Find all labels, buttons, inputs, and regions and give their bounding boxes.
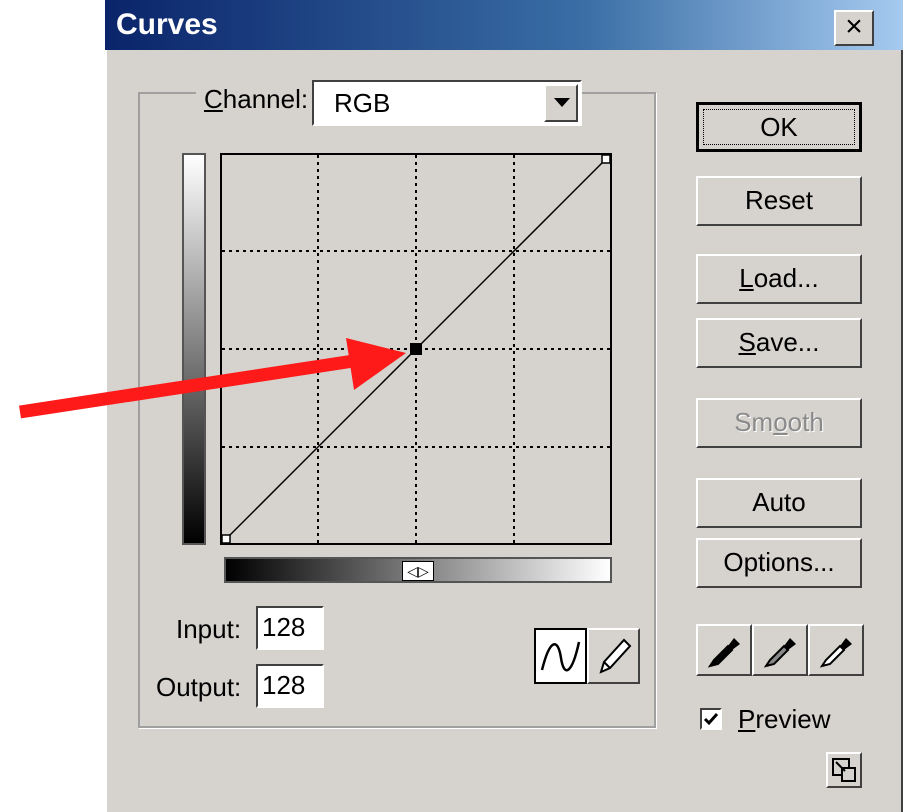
checkmark-icon: [703, 713, 719, 726]
ok-button[interactable]: OK: [696, 102, 862, 152]
reset-button[interactable]: Reset: [696, 176, 862, 226]
preview-label[interactable]: Preview: [738, 704, 830, 735]
options-button[interactable]: Options...: [696, 538, 862, 588]
white-eyedropper-button[interactable]: [808, 624, 864, 676]
expand-icon: [832, 758, 856, 782]
smooth-button[interactable]: Smooth: [696, 398, 862, 448]
expand-button[interactable]: [826, 752, 862, 788]
auto-button[interactable]: Auto: [696, 478, 862, 528]
ok-label: OK: [703, 109, 855, 145]
save-button[interactable]: Save...: [696, 318, 862, 368]
white-eyedropper-icon: [819, 638, 852, 668]
eyedropper-group: [696, 624, 864, 676]
preview-checkbox[interactable]: [700, 708, 722, 730]
black-eyedropper-button[interactable]: [696, 624, 752, 676]
gray-eyedropper-icon: [763, 638, 796, 668]
load-button[interactable]: Load...: [696, 254, 862, 304]
black-eyedropper-icon: [707, 638, 740, 668]
gray-eyedropper-button[interactable]: [752, 624, 808, 676]
